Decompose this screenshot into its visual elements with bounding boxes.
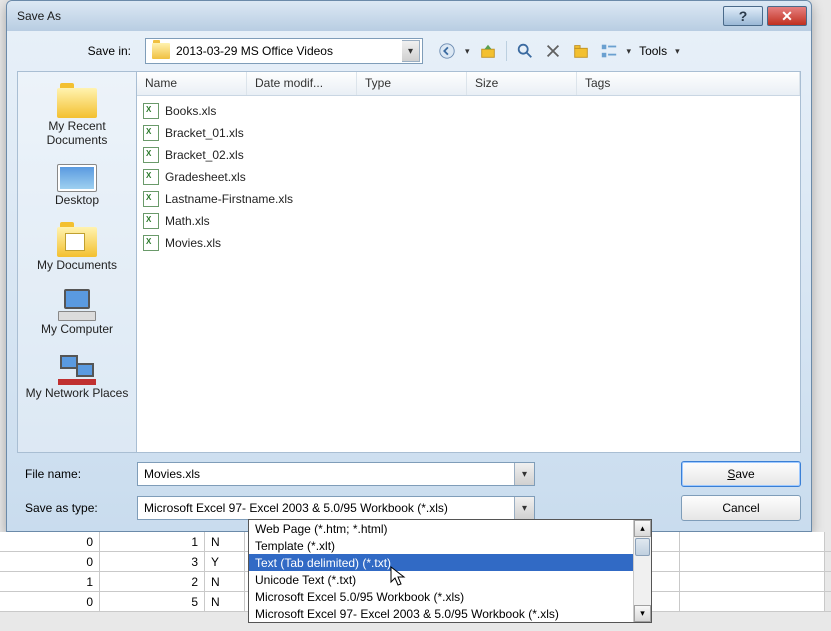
dropdown-icon[interactable]	[514, 497, 534, 519]
save-in-row: Save in: 2013-03-29 MS Office Videos ▾	[7, 31, 811, 71]
file-list-pane: Name Date modif... Type Size Tags Books.…	[137, 71, 801, 453]
desktop-icon	[57, 164, 97, 192]
close-button[interactable]: ✕	[767, 6, 807, 26]
dropdown-icon[interactable]	[402, 40, 420, 62]
excel-file-icon	[143, 147, 159, 163]
col-size[interactable]: Size	[467, 72, 577, 95]
network-icon	[58, 353, 96, 385]
dropdown-option[interactable]: Microsoft Excel 97- Excel 2003 & 5.0/95 …	[249, 605, 651, 622]
file-item[interactable]: Lastname-Firstname.xls	[143, 188, 794, 210]
file-item[interactable]: Math.xls	[143, 210, 794, 232]
sheet-cell[interactable]: 0	[0, 532, 100, 551]
sheet-cell[interactable]: Y	[205, 552, 245, 571]
dropdown-option[interactable]: Web Page (*.htm; *.html)	[249, 520, 651, 537]
dropdown-option[interactable]: Microsoft Excel 5.0/95 Workbook (*.xls)	[249, 588, 651, 605]
scroll-thumb[interactable]	[635, 538, 650, 556]
excel-file-icon	[143, 235, 159, 251]
col-name[interactable]: Name	[137, 72, 247, 95]
back-icon[interactable]	[437, 41, 457, 61]
excel-file-icon	[143, 169, 159, 185]
excel-file-icon	[143, 213, 159, 229]
place-my-documents[interactable]: My Documents	[18, 215, 136, 281]
file-name-input[interactable]: Movies.xls	[137, 462, 535, 486]
folder-icon	[57, 227, 97, 257]
file-list[interactable]: Books.xls Bracket_01.xls Bracket_02.xls Gra…	[137, 96, 800, 452]
places-bar: My Recent Documents Desktop My Documents…	[17, 71, 137, 453]
place-recent-documents[interactable]: My Recent Documents	[18, 76, 136, 156]
search-icon[interactable]	[515, 41, 535, 61]
scroll-down-icon[interactable]: ▾	[634, 605, 651, 622]
file-name-label: File name:	[17, 467, 137, 481]
col-date[interactable]: Date modif...	[247, 72, 357, 95]
save-as-dialog: Save As ? ✕ Save in: 2013-03-29 MS Offic…	[6, 0, 812, 532]
sheet-cell[interactable]	[680, 592, 825, 611]
save-as-type-dropdown[interactable]: ▴ ▾ Web Page (*.htm; *.html)Template (*.…	[248, 519, 652, 623]
folder-icon	[152, 43, 170, 59]
up-level-icon[interactable]	[478, 41, 498, 61]
sheet-cell[interactable]: 2	[100, 572, 205, 591]
save-in-select[interactable]: 2013-03-29 MS Office Videos	[145, 38, 423, 64]
file-name: Lastname-Firstname.xls	[165, 192, 293, 206]
dropdown-icon[interactable]	[514, 463, 534, 485]
excel-file-icon	[143, 103, 159, 119]
new-folder-icon[interactable]	[571, 41, 591, 61]
dropdown-option[interactable]: Template (*.xlt)	[249, 537, 651, 554]
file-name: Math.xls	[165, 214, 210, 228]
sheet-cell[interactable]	[680, 532, 825, 551]
sheet-cell[interactable]: 5	[100, 592, 205, 611]
dropdown-option[interactable]: Text (Tab delimited) (*.txt)	[249, 554, 651, 571]
save-in-label: Save in:	[17, 44, 137, 58]
file-name: Movies.xls	[165, 236, 221, 250]
column-headers: Name Date modif... Type Size Tags	[137, 72, 800, 96]
scrollbar[interactable]: ▴ ▾	[633, 520, 651, 622]
sheet-cell[interactable]: 1	[100, 532, 205, 551]
sheet-cell[interactable]: 0	[0, 592, 100, 611]
sheet-cell[interactable]	[680, 572, 825, 591]
folder-icon	[57, 88, 97, 118]
sheet-cell[interactable]: 1	[0, 572, 100, 591]
save-as-type-select[interactable]: Microsoft Excel 97- Excel 2003 & 5.0/95 …	[137, 496, 535, 520]
save-as-type-label: Save as type:	[17, 501, 137, 515]
sheet-cell[interactable]	[680, 552, 825, 571]
cancel-button[interactable]: Cancel	[681, 495, 801, 521]
file-name: Bracket_02.xls	[165, 148, 244, 162]
computer-icon	[58, 289, 96, 321]
sheet-cell[interactable]: N	[205, 532, 245, 551]
help-button[interactable]: ?	[723, 6, 763, 26]
dialog-title: Save As	[17, 9, 723, 23]
place-my-computer[interactable]: My Computer	[18, 281, 136, 345]
titlebar[interactable]: Save As ? ✕	[7, 1, 811, 31]
place-desktop[interactable]: Desktop	[18, 156, 136, 216]
excel-file-icon	[143, 191, 159, 207]
scroll-up-icon[interactable]: ▴	[634, 520, 651, 537]
file-item[interactable]: Bracket_01.xls	[143, 122, 794, 144]
views-icon[interactable]	[599, 41, 619, 61]
excel-file-icon	[143, 125, 159, 141]
file-item[interactable]: Gradesheet.xls	[143, 166, 794, 188]
sheet-cell[interactable]: N	[205, 592, 245, 611]
sheet-cell[interactable]: 0	[0, 552, 100, 571]
nav-toolbar: ▾ ▾ Tools ▾	[437, 41, 680, 61]
file-item[interactable]: Bracket_02.xls	[143, 144, 794, 166]
save-button[interactable]: SSaveave	[681, 461, 801, 487]
place-network-places[interactable]: My Network Places	[18, 345, 136, 409]
file-name: Bracket_01.xls	[165, 126, 244, 140]
file-name: Gradesheet.xls	[165, 170, 246, 184]
sheet-cell[interactable]: 3	[100, 552, 205, 571]
dropdown-option[interactable]: Unicode Text (*.txt)	[249, 571, 651, 588]
file-name: Books.xls	[165, 104, 216, 118]
delete-icon[interactable]	[543, 41, 563, 61]
save-in-value: 2013-03-29 MS Office Videos	[176, 44, 396, 58]
file-item[interactable]: Movies.xls	[143, 232, 794, 254]
col-type[interactable]: Type	[357, 72, 467, 95]
tools-menu[interactable]: Tools	[639, 44, 667, 58]
file-item[interactable]: Books.xls	[143, 100, 794, 122]
sheet-cell[interactable]: N	[205, 572, 245, 591]
col-tags[interactable]: Tags	[577, 72, 800, 95]
